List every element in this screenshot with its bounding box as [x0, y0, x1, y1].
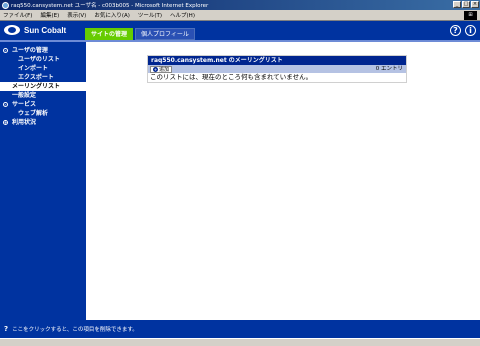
sidebar-item-label: 一般設定	[12, 92, 37, 99]
sidebar-item-mailing-list[interactable]: メーリングリスト	[0, 82, 86, 91]
windows-logo-icon: ⊞	[464, 11, 477, 20]
sidebar-item-label: ウェブ解析	[18, 110, 49, 117]
menu-bar: ファイル(F) 編集(E) 表示(V) お気に入り(A) ツール(T) ヘルプ(…	[0, 10, 480, 21]
sidebar-item-user-management[interactable]: ユーザの管理	[0, 46, 86, 55]
sidebar-item-label: 利用状況	[12, 119, 37, 126]
sidebar: ユーザの管理 ユーザのリスト インポート エクスポート メーリングリスト 一般設…	[0, 40, 86, 320]
sidebar-item-label: エクスポート	[18, 74, 54, 81]
browser-icon	[2, 1, 9, 9]
panel-title: raq550.cansystem.net のメーリングリスト	[148, 56, 406, 65]
add-button-label: 追加	[159, 66, 170, 73]
sidebar-nav: ユーザの管理 ユーザのリスト インポート エクスポート メーリングリスト 一般設…	[0, 46, 86, 127]
minimize-button[interactable]: _	[453, 1, 461, 8]
window-title: raq550.cansystem.net ユーザ名 - c003b005 - M…	[11, 3, 209, 9]
sun-logo-icon	[4, 25, 20, 35]
sidebar-item-import[interactable]: インポート	[0, 64, 86, 73]
add-button[interactable]: + 追加	[150, 65, 173, 73]
help-icon[interactable]: ?	[450, 25, 461, 36]
info-icon[interactable]: i	[465, 25, 476, 36]
expand-icon[interactable]	[3, 120, 8, 125]
tab-personal-profile[interactable]: 個人プロフィール	[135, 28, 195, 40]
close-button[interactable]: ×	[471, 1, 479, 8]
panel-toolbar: + 追加 0 エントリ	[148, 65, 406, 73]
sidebar-item-label: インポート	[18, 65, 49, 72]
question-icon: ?	[4, 325, 9, 333]
menu-view[interactable]: 表示(V)	[67, 11, 86, 19]
window-titlebar: raq550.cansystem.net ユーザ名 - c003b005 - M…	[0, 0, 480, 10]
sidebar-item-label: ユーザのリスト	[18, 56, 60, 63]
mailing-list-panel: raq550.cansystem.net のメーリングリスト + 追加 0 エン…	[147, 55, 407, 83]
sidebar-item-label: ユーザの管理	[12, 47, 48, 54]
menu-file[interactable]: ファイル(F)	[3, 11, 32, 19]
sidebar-item-export[interactable]: エクスポート	[0, 73, 86, 82]
collapse-icon[interactable]	[3, 48, 8, 53]
menu-tools[interactable]: ツール(T)	[138, 11, 162, 19]
main-content: raq550.cansystem.net のメーリングリスト + 追加 0 エン…	[86, 40, 480, 320]
sidebar-item-usage[interactable]: 利用状況	[0, 118, 86, 127]
menu-favorites[interactable]: お気に入り(A)	[94, 11, 130, 19]
sidebar-item-services[interactable]: サービス	[0, 100, 86, 109]
window-controls: _ □ ×	[453, 1, 479, 8]
tab-site-management[interactable]: サイトの管理	[85, 28, 134, 40]
menu-help[interactable]: ヘルプ(H)	[170, 11, 195, 19]
browser-status-bar	[0, 338, 480, 346]
sidebar-item-label: メーリングリスト	[12, 83, 61, 90]
status-message: ここをクリックすると、この項目を削除できます。	[12, 327, 138, 333]
brand-name: Sun Cobalt	[24, 25, 67, 35]
sidebar-item-label: サービス	[12, 101, 37, 108]
app-header: Sun Cobalt サイトの管理 個人プロフィール ? i	[0, 21, 480, 40]
sidebar-item-web-analysis[interactable]: ウェブ解析	[0, 109, 86, 118]
entry-count: 0 エントリ	[375, 66, 403, 72]
collapse-icon[interactable]	[3, 102, 8, 107]
menu-edit[interactable]: 編集(E)	[40, 11, 59, 19]
brand-logo: Sun Cobalt	[4, 25, 66, 35]
tab-bar: サイトの管理 個人プロフィール	[85, 28, 195, 40]
sidebar-item-user-list[interactable]: ユーザのリスト	[0, 55, 86, 64]
sidebar-item-general-settings[interactable]: 一般設定	[0, 91, 86, 100]
help-status-bar: ? ここをクリックすると、この項目を削除できます。	[0, 320, 480, 338]
maximize-button[interactable]: □	[462, 1, 470, 8]
empty-message: このリストには、現在のところ何も含まれていません。	[150, 73, 313, 81]
add-icon: +	[153, 66, 158, 72]
header-buttons: ? i	[450, 25, 476, 36]
